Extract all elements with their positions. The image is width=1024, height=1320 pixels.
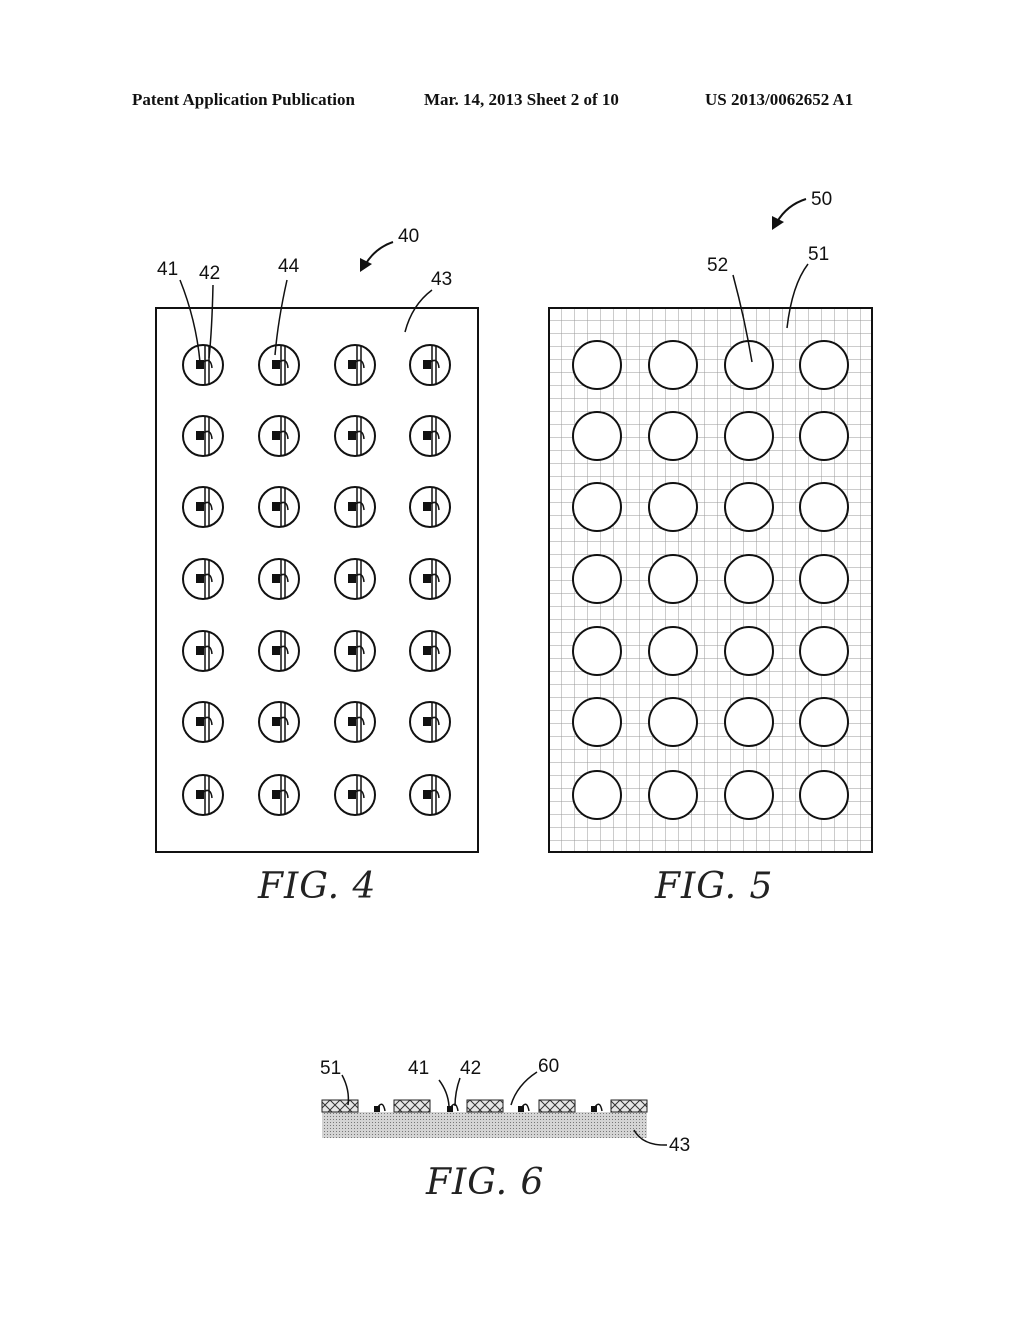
mesh-opening bbox=[572, 411, 622, 461]
ref6-41: 41 bbox=[408, 1058, 429, 1079]
fig4-led-cell bbox=[409, 558, 451, 600]
drawing-sheet: 41 42 44 43 40 52 51 50 51 41 42 60 43 bbox=[155, 189, 873, 1156]
mesh-opening bbox=[648, 411, 698, 461]
fig4-led-cell bbox=[409, 486, 451, 528]
fig6-leader-60 bbox=[510, 1071, 538, 1106]
mesh-opening bbox=[572, 697, 622, 747]
mesh-opening bbox=[648, 697, 698, 747]
fig6-leader-42 bbox=[454, 1077, 461, 1107]
led-with-wire bbox=[591, 1103, 603, 1112]
mesh-opening bbox=[648, 554, 698, 604]
fig5-caption: FIG. 5 bbox=[655, 866, 774, 907]
mesh-opening bbox=[799, 697, 849, 747]
fig4-led-cell bbox=[334, 630, 376, 672]
fig4-led-cell bbox=[182, 344, 224, 386]
ref6-43: 43 bbox=[669, 1135, 690, 1156]
ref-44: 44 bbox=[278, 256, 300, 277]
mesh-opening bbox=[724, 626, 774, 676]
mesh-opening bbox=[572, 482, 622, 532]
fig5-arrow-50 bbox=[776, 198, 807, 223]
fig4-led-cell bbox=[182, 630, 224, 672]
fig4-led-cell bbox=[334, 774, 376, 816]
fig4-led-cell bbox=[182, 415, 224, 457]
led-die bbox=[447, 1106, 453, 1112]
mesh-segment bbox=[610, 1099, 648, 1113]
fig4-arrow-40 bbox=[364, 241, 394, 266]
mesh-opening bbox=[572, 554, 622, 604]
mesh-opening bbox=[648, 482, 698, 532]
fig4-led-cell bbox=[258, 630, 300, 672]
fig4-led-cell bbox=[258, 486, 300, 528]
mesh-segment bbox=[466, 1099, 504, 1113]
mesh-opening bbox=[799, 626, 849, 676]
led-die bbox=[591, 1106, 597, 1112]
led-with-wire bbox=[374, 1103, 386, 1112]
fig4-led-cell bbox=[182, 701, 224, 743]
mesh-opening bbox=[724, 770, 774, 820]
fig4-led-cell bbox=[258, 558, 300, 600]
fig4-led-cell bbox=[409, 415, 451, 457]
fig4-led-cell bbox=[334, 344, 376, 386]
mesh-opening bbox=[799, 411, 849, 461]
mesh-opening bbox=[648, 626, 698, 676]
mesh-opening bbox=[648, 340, 698, 390]
mesh-opening bbox=[724, 697, 774, 747]
ref6-42: 42 bbox=[460, 1058, 481, 1079]
fig4-led-cell bbox=[258, 344, 300, 386]
fig6-substrate bbox=[322, 1112, 647, 1138]
fig4-arrowhead bbox=[360, 258, 372, 272]
mesh-opening bbox=[572, 340, 622, 390]
ref-52: 52 bbox=[707, 255, 728, 276]
mesh-opening bbox=[724, 482, 774, 532]
fig4-led-cell bbox=[258, 774, 300, 816]
mesh-segment bbox=[393, 1099, 431, 1113]
fig6-caption: FIG. 6 bbox=[426, 1162, 545, 1203]
fig5-drawing: 52 51 50 bbox=[548, 189, 873, 853]
fig4-led-cell bbox=[334, 701, 376, 743]
fig4-led-cell bbox=[334, 558, 376, 600]
ref6-51: 51 bbox=[320, 1058, 341, 1079]
led-die bbox=[518, 1106, 524, 1112]
mesh-opening bbox=[799, 554, 849, 604]
ref-41: 41 bbox=[157, 259, 178, 280]
fig4-drawing: 41 42 44 43 40 bbox=[155, 226, 479, 853]
fig4-led-cell bbox=[182, 486, 224, 528]
fig6-leader-41 bbox=[438, 1079, 450, 1107]
fig4-led-cell bbox=[409, 344, 451, 386]
ref-43: 43 bbox=[431, 269, 452, 290]
fig4-led-cell bbox=[409, 774, 451, 816]
mesh-opening bbox=[724, 554, 774, 604]
led-with-wire bbox=[518, 1103, 530, 1112]
ref-40: 40 bbox=[398, 226, 419, 247]
ref-51: 51 bbox=[808, 244, 829, 265]
fig4-led-cell bbox=[334, 415, 376, 457]
mesh-opening bbox=[572, 626, 622, 676]
mesh-segment bbox=[321, 1099, 359, 1113]
fig6-drawing: 51 41 42 60 43 bbox=[320, 1056, 690, 1156]
fig4-led-cell bbox=[182, 774, 224, 816]
fig4-led-cell bbox=[334, 486, 376, 528]
fig4-led-cell bbox=[258, 701, 300, 743]
fig4-led-cell bbox=[182, 558, 224, 600]
mesh-opening bbox=[799, 340, 849, 390]
ref-42: 42 bbox=[199, 263, 220, 284]
mesh-opening bbox=[799, 482, 849, 532]
fig4-led-cell bbox=[409, 630, 451, 672]
mesh-opening bbox=[648, 770, 698, 820]
led-die bbox=[374, 1106, 380, 1112]
ref-50: 50 bbox=[811, 189, 832, 210]
mesh-segment bbox=[538, 1099, 576, 1113]
fig4-caption: FIG. 4 bbox=[258, 866, 377, 907]
mesh-opening bbox=[724, 411, 774, 461]
mesh-opening bbox=[572, 770, 622, 820]
fig4-led-cell bbox=[258, 415, 300, 457]
fig6-cross-section bbox=[321, 1099, 648, 1113]
fig5-arrowhead bbox=[772, 216, 784, 230]
ref6-60: 60 bbox=[538, 1056, 559, 1077]
fig4-led-cell bbox=[409, 701, 451, 743]
mesh-opening bbox=[799, 770, 849, 820]
